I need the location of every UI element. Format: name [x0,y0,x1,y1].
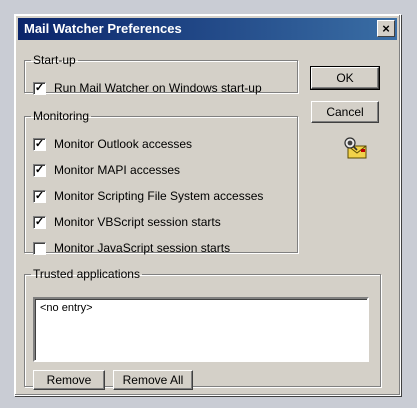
preferences-dialog: Mail Watcher Preferences × Start-up ✓ Ru… [14,14,401,396]
checkbox-box[interactable] [33,241,46,255]
close-button[interactable]: × [377,20,395,37]
trusted-apps-list[interactable]: <no entry> [33,297,369,362]
checkbox-label: Monitor VBScript session starts [54,215,221,229]
startup-legend: Start-up [33,53,76,67]
trusted-apps-group: Trusted applications <no entry> Remove R… [24,267,381,390]
checkbox-box[interactable]: ✓ [33,81,46,95]
window-title: Mail Watcher Preferences [24,21,182,36]
checkbox-box[interactable]: ✓ [33,137,46,151]
remove-all-button[interactable]: Remove All [113,370,193,390]
title-bar[interactable]: Mail Watcher Preferences × [18,18,397,40]
cancel-button[interactable]: Cancel [311,101,379,123]
monitor-javascript-checkbox[interactable]: Monitor JavaScript session starts [33,241,230,255]
trusted-legend: Trusted applications [33,267,140,281]
run-on-startup-checkbox[interactable]: ✓ Run Mail Watcher on Windows start-up [33,81,262,95]
checkbox-label: Monitor Scripting File System accesses [54,189,264,203]
monitor-mapi-checkbox[interactable]: ✓ Monitor MAPI accesses [33,163,180,177]
list-item[interactable]: <no entry> [40,302,362,314]
monitor-outlook-checkbox[interactable]: ✓ Monitor Outlook accesses [33,137,192,151]
monitor-vbscript-checkbox[interactable]: ✓ Monitor VBScript session starts [33,215,221,229]
remove-button[interactable]: Remove [33,370,105,390]
checkbox-label: Run Mail Watcher on Windows start-up [54,81,262,95]
remove-all-label: Remove All [122,373,184,387]
checkbox-label: Monitor JavaScript session starts [54,241,231,255]
ok-label: OK [336,71,354,85]
monitoring-group: Monitoring ✓ Monitor Outlook accesses ✓ … [24,109,298,255]
checkbox-box[interactable]: ✓ [33,163,46,177]
ok-button[interactable]: OK [310,66,380,90]
cancel-label: Cancel [326,105,364,119]
remove-label: Remove [46,373,92,387]
monitoring-legend: Monitoring [33,109,90,123]
checkbox-box[interactable]: ✓ [33,189,46,203]
close-icon: × [382,21,390,36]
checkbox-label: Monitor MAPI accesses [54,163,181,177]
startup-group: Start-up ✓ Run Mail Watcher on Windows s… [24,53,298,95]
checkbox-box[interactable]: ✓ [33,215,46,229]
mail-watcher-icon [342,135,368,161]
checkbox-label: Monitor Outlook accesses [54,137,193,151]
monitor-scripting-fs-checkbox[interactable]: ✓ Monitor Scripting File System accesses [33,189,263,203]
